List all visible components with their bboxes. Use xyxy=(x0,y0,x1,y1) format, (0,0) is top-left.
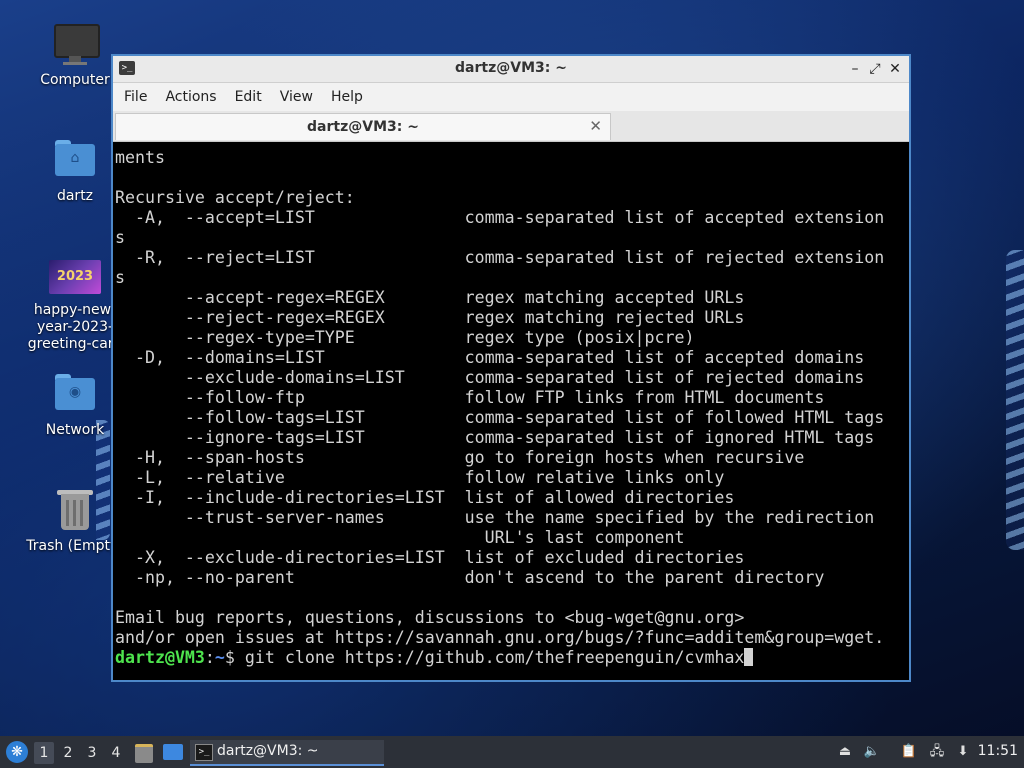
window-titlebar[interactable]: >_ dartz@VM3: ~ – ⤢ ✕ xyxy=(113,56,909,83)
taskbar-task-terminal[interactable]: >_ dartz@VM3: ~ xyxy=(190,740,384,766)
desktop-icon-trash[interactable]: Trash (Empty) xyxy=(25,488,125,555)
terminal-line: -A, --accept=LIST comma-separated list o… xyxy=(115,208,885,227)
terminal-line: s xyxy=(115,268,125,287)
tab-terminal[interactable]: dartz@VM3: ~ ✕ xyxy=(115,113,611,140)
minimize-button[interactable]: – xyxy=(845,59,865,79)
terminal-line: --follow-tags=LIST comma-separated list … xyxy=(115,408,885,427)
prompt-user: dartz@VM3 xyxy=(115,648,205,667)
update-notifier-icon[interactable]: ⬇ xyxy=(954,743,972,761)
desktop-icon-label: Trash (Empty) xyxy=(26,538,124,554)
tab-label: dartz@VM3: ~ xyxy=(307,119,419,135)
workspace-4[interactable]: 4 xyxy=(106,742,126,764)
menu-actions[interactable]: Actions xyxy=(158,89,223,105)
computer-icon xyxy=(53,22,100,66)
terminal-line: --trust-server-names use the name specif… xyxy=(115,508,875,527)
clock: 11:51 xyxy=(977,743,1018,759)
terminal-line: -np, --no-parent don't ascend to the par… xyxy=(115,568,825,587)
workspace-2[interactable]: 2 xyxy=(58,742,78,764)
maximize-button[interactable]: ⤢ xyxy=(865,59,885,79)
desktop-icon-label: Network xyxy=(45,422,105,438)
tab-bar: dartz@VM3: ~ ✕ xyxy=(113,111,909,142)
desktop-icon-label: happy-new- year-2023- greeting-card xyxy=(27,302,123,352)
image-thumbnail-icon: 2023 xyxy=(49,256,101,300)
terminal-line: --exclude-domains=LIST comma-separated l… xyxy=(115,368,865,387)
text-cursor xyxy=(744,648,754,666)
terminal-line: Email bug reports, questions, discussion… xyxy=(115,608,745,627)
terminal-line: and/or open issues at https://savannah.g… xyxy=(115,628,885,647)
show-desktop-icon[interactable] xyxy=(163,744,183,760)
workspace-3[interactable]: 3 xyxy=(82,742,102,764)
workspace-1[interactable]: 1 xyxy=(34,742,54,764)
network-tray-icon[interactable]: 🖧 xyxy=(928,743,946,761)
menubar: File Actions Edit View Help xyxy=(113,83,909,111)
network-folder-icon: ◉ xyxy=(53,372,97,416)
terminal-line: --ignore-tags=LIST comma-separated list … xyxy=(115,428,875,447)
terminal-line: --regex-type=TYPE regex type (posix|pcre… xyxy=(115,328,695,347)
prompt-path: ~ xyxy=(214,648,225,667)
desktop-icon-label: Computer xyxy=(40,72,110,88)
wallpaper-dna-helix xyxy=(1006,250,1024,550)
terminal-line: Recursive accept/reject: xyxy=(115,188,355,207)
desktop-icon-computer[interactable]: Computer xyxy=(25,22,125,89)
menu-help[interactable]: Help xyxy=(324,89,370,105)
terminal-prompt-line[interactable]: dartz@VM3:~$ git clone https://github.co… xyxy=(115,648,907,668)
app-menu-icon[interactable]: ❋ xyxy=(6,741,28,763)
taskbar: ❋ 1 2 3 4 >_ dartz@VM3: ~ ⏏ 🔈 📋 🖧 ⬇ 11:5… xyxy=(0,736,1024,768)
eject-icon[interactable]: ⏏ xyxy=(836,743,854,761)
tab-close-icon[interactable]: ✕ xyxy=(589,117,602,135)
terminal-line: --follow-ftp follow FTP links from HTML … xyxy=(115,388,825,407)
home-folder-icon: ⌂ xyxy=(53,138,97,182)
terminal-line: s xyxy=(115,228,125,247)
terminal-line: URL's last component xyxy=(115,528,685,547)
desktop-icon-label: dartz xyxy=(56,188,94,204)
window-title: dartz@VM3: ~ xyxy=(455,60,567,76)
terminal-line: --accept-regex=REGEX regex matching acce… xyxy=(115,288,745,307)
terminal-line: -D, --domains=LIST comma-separated list … xyxy=(115,348,865,367)
volume-icon[interactable]: 🔈 xyxy=(863,743,881,761)
desktop-icon-network[interactable]: ◉ Network xyxy=(25,372,125,439)
prompt-symbol: $ xyxy=(224,648,245,667)
taskbar-task-label: dartz@VM3: ~ xyxy=(217,743,319,759)
clipboard-icon[interactable]: 📋 xyxy=(900,743,918,761)
terminal-line: --reject-regex=REGEX regex matching reje… xyxy=(115,308,745,327)
menu-edit[interactable]: Edit xyxy=(228,89,269,105)
menu-view[interactable]: View xyxy=(273,89,320,105)
command-input[interactable]: git clone https://github.com/thefreepeng… xyxy=(245,648,745,667)
close-button[interactable]: ✕ xyxy=(885,59,905,79)
desktop-icon-greeting-card[interactable]: 2023 happy-new- year-2023- greeting-card xyxy=(25,256,125,353)
terminal-icon: >_ xyxy=(195,744,213,761)
terminal-line: -H, --span-hosts go to foreign hosts whe… xyxy=(115,448,805,467)
terminal-line: -I, --include-directories=LIST list of a… xyxy=(115,488,735,507)
terminal-line: -R, --reject=LIST comma-separated list o… xyxy=(115,248,885,267)
terminal-line: -L, --relative follow relative links onl… xyxy=(115,468,725,487)
terminal-line: -X, --exclude-directories=LIST list of e… xyxy=(115,548,745,567)
terminal-output[interactable]: ments Recursive accept/reject: -A, --acce… xyxy=(113,144,909,680)
desktop-icon-home-folder[interactable]: ⌂ dartz xyxy=(25,138,125,205)
terminal-line: ments xyxy=(115,148,165,167)
trash-icon xyxy=(53,488,97,532)
terminal-window: >_ dartz@VM3: ~ – ⤢ ✕ File Actions Edit … xyxy=(111,54,911,682)
prompt-separator: : xyxy=(204,648,215,667)
menu-file[interactable]: File xyxy=(117,89,154,105)
file-manager-icon[interactable] xyxy=(135,744,153,763)
